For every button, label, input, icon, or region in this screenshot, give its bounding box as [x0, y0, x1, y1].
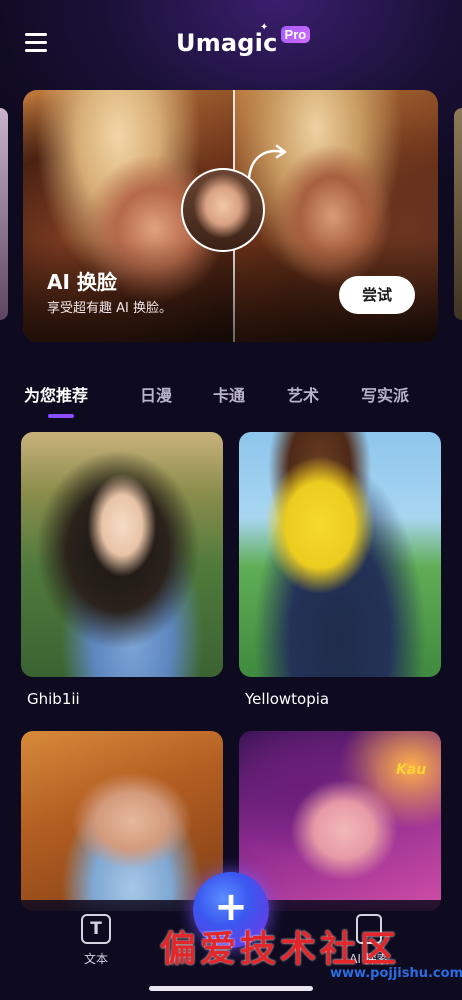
style-card-realistic-portrait[interactable] — [21, 731, 223, 911]
banner-subtitle: 享受超有趣 AI 换脸。 — [47, 301, 172, 316]
face-swap-banner[interactable]: AI 换脸 享受超有趣 AI 换脸。 尝试 — [23, 90, 438, 342]
tab-art[interactable]: 艺术 — [287, 382, 319, 406]
tab-anime[interactable]: 日漫 — [140, 382, 172, 406]
tab-recommended[interactable]: 为您推荐 — [24, 382, 88, 406]
app-header: Umagic ✦ Pro — [0, 0, 462, 86]
tab-cartoon[interactable]: 卡通 — [213, 382, 245, 406]
style-card-ghibli[interactable] — [21, 432, 223, 677]
watermark-text: 偏爱技术社区 — [160, 929, 401, 970]
home-indicator[interactable] — [149, 986, 313, 991]
app-logo: Umagic ✦ Pro — [176, 22, 311, 60]
style-card-label: Yellowtopia — [245, 690, 330, 708]
text-icon: T — [81, 914, 111, 944]
pro-badge: Pro — [280, 26, 311, 43]
hamburger-menu-icon[interactable] — [25, 33, 47, 52]
watermark-url: www.pojjishu.com — [330, 966, 462, 981]
sparkle-icon: ✦ — [260, 22, 269, 33]
card-sign-text: Kau — [396, 762, 427, 778]
active-tab-indicator — [48, 414, 74, 418]
style-card-synthwave-portrait[interactable] — [239, 731, 441, 911]
nav-text-label: 文本 — [83, 952, 108, 966]
try-button[interactable]: 尝试 — [339, 276, 415, 314]
tab-realistic[interactable]: 写实派 — [361, 382, 409, 406]
style-card-yellowtopia[interactable] — [239, 432, 441, 677]
style-card-label: Ghib1ii — [27, 690, 80, 708]
curved-arrow-icon — [247, 144, 287, 180]
carousel-next-card[interactable] — [454, 108, 462, 320]
banner-title: AI 换脸 — [47, 270, 117, 294]
nav-text-tab[interactable]: T 文本 — [76, 914, 116, 967]
carousel-prev-card[interactable] — [0, 108, 8, 320]
category-tabs: 为您推荐 日漫 卡通 艺术 写实派 — [24, 382, 462, 422]
source-face-thumbnail — [181, 168, 265, 252]
